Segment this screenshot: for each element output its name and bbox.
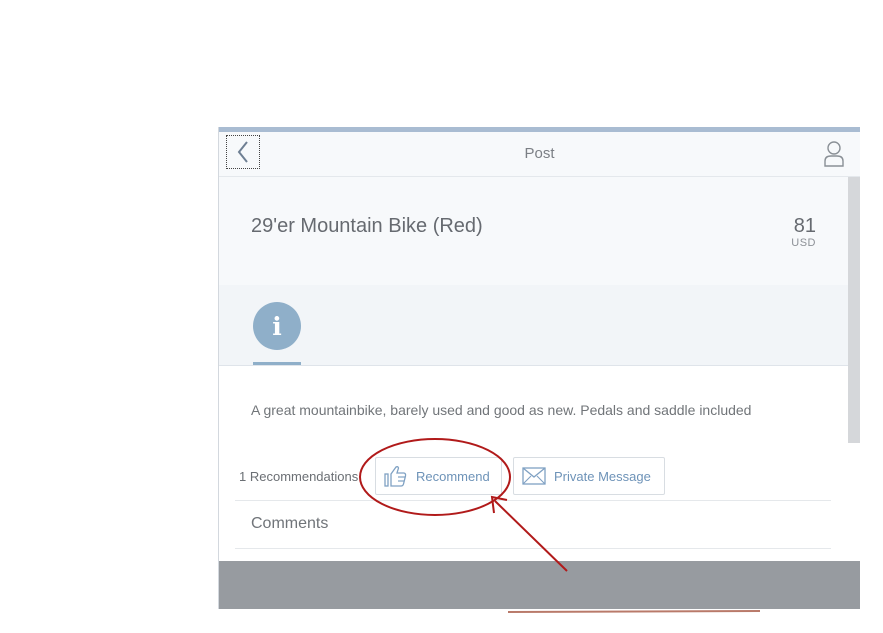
price: 81 USD bbox=[791, 215, 816, 249]
page-header: Post bbox=[219, 132, 860, 177]
private-message-button[interactable]: Private Message bbox=[513, 457, 665, 495]
recommendations-count: 1 Recommendations bbox=[239, 469, 359, 484]
user-button[interactable] bbox=[822, 140, 846, 168]
page-title: Post bbox=[524, 145, 555, 162]
divider bbox=[235, 548, 831, 549]
post-title: 29'er Mountain Bike (Red) bbox=[251, 215, 483, 237]
post-description: A great mountainbike, barely used and go… bbox=[251, 402, 752, 418]
price-number: 81 bbox=[793, 215, 816, 237]
info-icon: i bbox=[272, 311, 282, 341]
tab-info[interactable]: i bbox=[253, 302, 301, 350]
scrollbar[interactable] bbox=[848, 177, 860, 443]
page: Post 29'er Mountain Bike (Red) 81 USD i … bbox=[0, 0, 883, 633]
object-header: 29'er Mountain Bike (Red) 81 USD bbox=[219, 177, 848, 285]
bottom-edge-mark bbox=[507, 610, 761, 613]
recommend-label: Recommend bbox=[416, 468, 490, 484]
comments-heading: Comments bbox=[251, 515, 329, 532]
user-icon bbox=[824, 141, 844, 167]
selected-tab-indicator bbox=[253, 362, 301, 365]
envelope-icon bbox=[522, 467, 546, 485]
post-detail-window: Post 29'er Mountain Bike (Red) 81 USD i … bbox=[218, 127, 860, 609]
divider bbox=[235, 500, 831, 501]
footer-bar bbox=[219, 561, 860, 609]
thumbs-up-icon bbox=[384, 465, 408, 487]
icon-tab-bar: i bbox=[219, 285, 848, 366]
recommend-button[interactable]: Recommend bbox=[375, 457, 502, 495]
price-currency: USD bbox=[791, 237, 816, 249]
private-message-label: Private Message bbox=[554, 468, 651, 484]
